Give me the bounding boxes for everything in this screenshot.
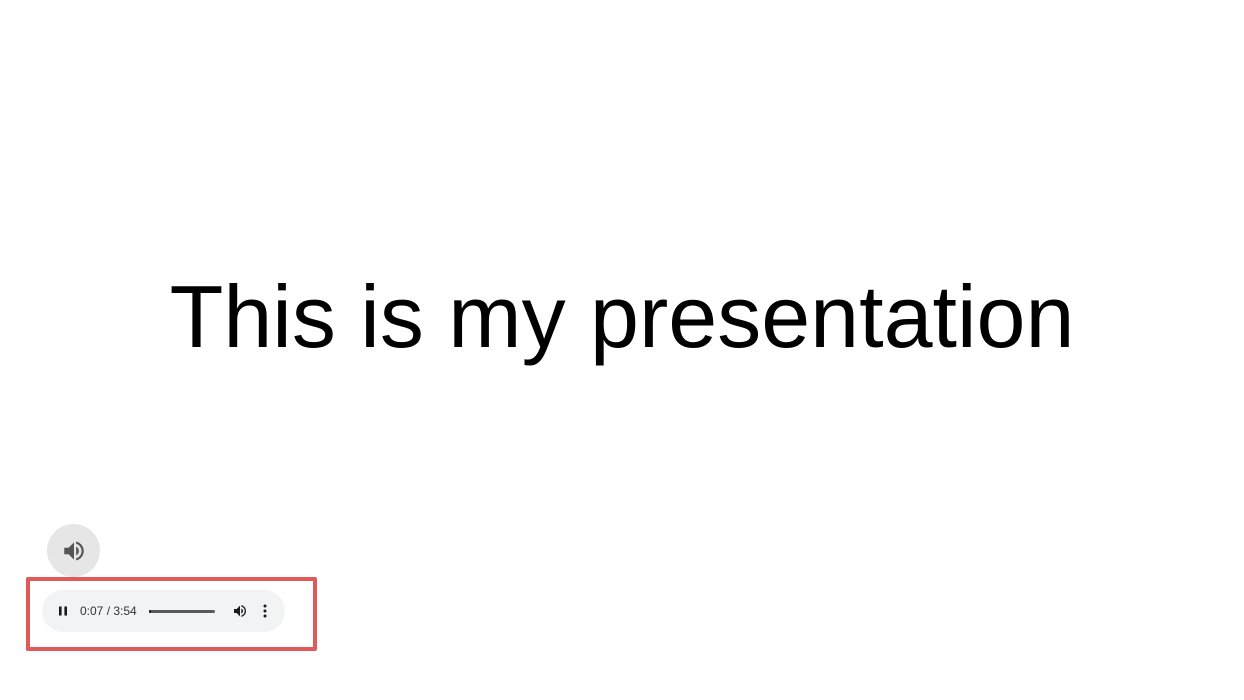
slide-title: This is my presentation xyxy=(169,267,1075,366)
more-vertical-icon xyxy=(263,604,267,618)
progress-fill xyxy=(148,609,151,613)
speaker-icon xyxy=(63,540,84,561)
volume-icon xyxy=(233,605,246,617)
audio-icon-button[interactable] xyxy=(47,524,100,577)
more-options-button[interactable] xyxy=(259,602,271,620)
progress-slider[interactable] xyxy=(148,609,215,613)
volume-button[interactable] xyxy=(231,602,249,620)
pause-icon xyxy=(59,606,67,616)
time-display: 0:07 / 3:54 xyxy=(80,604,137,618)
pause-button[interactable] xyxy=(56,604,70,618)
audio-player[interactable]: 0:07 / 3:54 xyxy=(42,590,285,632)
